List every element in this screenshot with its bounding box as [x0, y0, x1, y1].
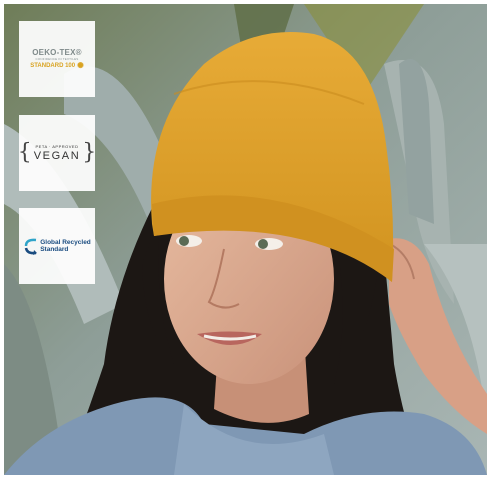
- global-recycled-standard-badge: Global Recycled Standard: [19, 208, 95, 284]
- oeko-tex-standard-label: STANDARD 100: [30, 63, 76, 69]
- right-brace-icon: }: [82, 140, 97, 165]
- oeko-tex-title: OEKO-TEX®: [32, 48, 82, 57]
- recycle-arcs-icon: [24, 238, 38, 255]
- grs-line2: Standard: [40, 246, 69, 253]
- vegan-label: VEGAN: [33, 150, 81, 162]
- oeko-tex-standard: STANDARD 100 ✺: [30, 62, 84, 70]
- sun-logo-icon: ✺: [77, 61, 84, 70]
- oeko-tex-badge: OEKO-TEX® CONFIDENCE IN TEXTILES STANDAR…: [19, 21, 95, 97]
- left-brace-icon: {: [17, 140, 32, 165]
- vegan-logo: { PETA · APPROVED VEGAN }: [18, 142, 97, 164]
- vegan-badge: { PETA · APPROVED VEGAN }: [18, 115, 97, 191]
- grs-line1: Global Recycled: [40, 239, 91, 246]
